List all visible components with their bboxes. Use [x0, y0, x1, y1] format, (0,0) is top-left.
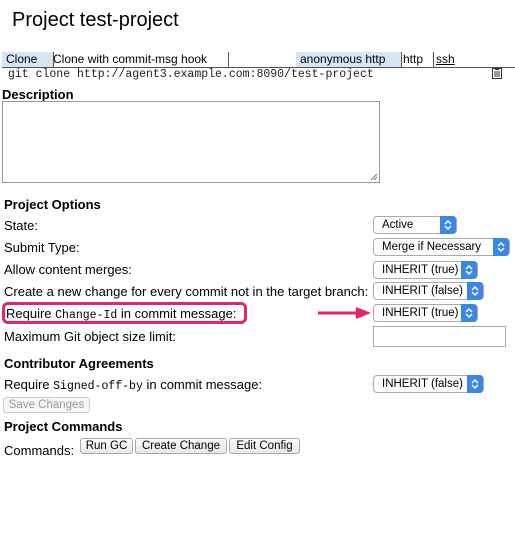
submit-type-select[interactable]: Merge if Necessary	[373, 238, 510, 256]
max-object-size-label: Maximum Git object size limit:	[4, 329, 176, 344]
copy-clipboard-icon[interactable]	[492, 67, 502, 79]
create-change-button[interactable]: Create Change	[135, 438, 227, 454]
arrow-right-icon	[318, 307, 371, 319]
chevron-updown-icon	[461, 304, 477, 322]
allow-content-merges-value: INHERIT (true)	[382, 264, 459, 276]
chevron-updown-icon	[493, 238, 509, 256]
submit-type-value: Merge if Necessary	[382, 241, 482, 253]
chevron-updown-icon	[440, 216, 456, 234]
submit-type-label: Submit Type:	[4, 240, 80, 255]
chevron-updown-icon	[467, 375, 483, 393]
tab-clone[interactable]: Clone	[2, 52, 54, 67]
tab-ssh[interactable]: ssh	[432, 52, 466, 67]
clone-tab-bar: Clone Clone with commit-msg hook anonymo…	[2, 52, 515, 68]
create-new-change-value: INHERIT (false)	[382, 285, 463, 297]
contributor-agreements-heading: Contributor Agreements	[4, 356, 154, 371]
state-label: State:	[4, 218, 38, 233]
create-new-change-label: Create a new change for every commit not…	[4, 284, 369, 299]
require-change-id-label: Require Change-Id in commit message:	[6, 306, 237, 322]
require-signed-off-by-select[interactable]: INHERIT (false)	[373, 375, 484, 393]
project-options-heading: Project Options	[4, 197, 101, 212]
require-signed-off-by-label: Require Signed-off-by in commit message:	[4, 377, 263, 393]
project-commands-heading: Project Commands	[4, 419, 123, 434]
chevron-updown-icon	[467, 282, 483, 300]
state-select[interactable]: Active	[373, 216, 457, 234]
state-value: Active	[382, 219, 414, 231]
save-changes-button[interactable]: Save Changes	[3, 397, 90, 413]
chevron-updown-icon	[461, 261, 477, 279]
page-title: Project test-project	[12, 9, 179, 31]
tab-anonymous-http[interactable]: anonymous http	[296, 52, 402, 67]
allow-content-merges-label: Allow content merges:	[4, 262, 132, 277]
max-object-size-input[interactable]	[373, 326, 506, 347]
require-change-id-select[interactable]: INHERIT (true)	[373, 304, 478, 322]
tab-clone-with-commit-msg-hook[interactable]: Clone with commit-msg hook	[49, 52, 229, 67]
require-change-id-value: INHERIT (true)	[382, 307, 459, 319]
allow-content-merges-select[interactable]: INHERIT (true)	[373, 261, 478, 279]
commands-label: Commands:	[4, 443, 75, 458]
require-signed-off-by-value: INHERIT (false)	[382, 378, 463, 390]
clone-command: git clone http://agent3.example.com:8090…	[8, 68, 374, 81]
description-textarea[interactable]	[2, 101, 380, 183]
run-gc-button[interactable]: Run GC	[80, 438, 133, 454]
resize-handle-icon[interactable]	[370, 173, 378, 181]
edit-config-button[interactable]: Edit Config	[229, 438, 300, 454]
create-new-change-select[interactable]: INHERIT (false)	[373, 282, 484, 300]
description-heading: Description	[2, 87, 74, 102]
tab-http[interactable]: http	[399, 52, 434, 67]
